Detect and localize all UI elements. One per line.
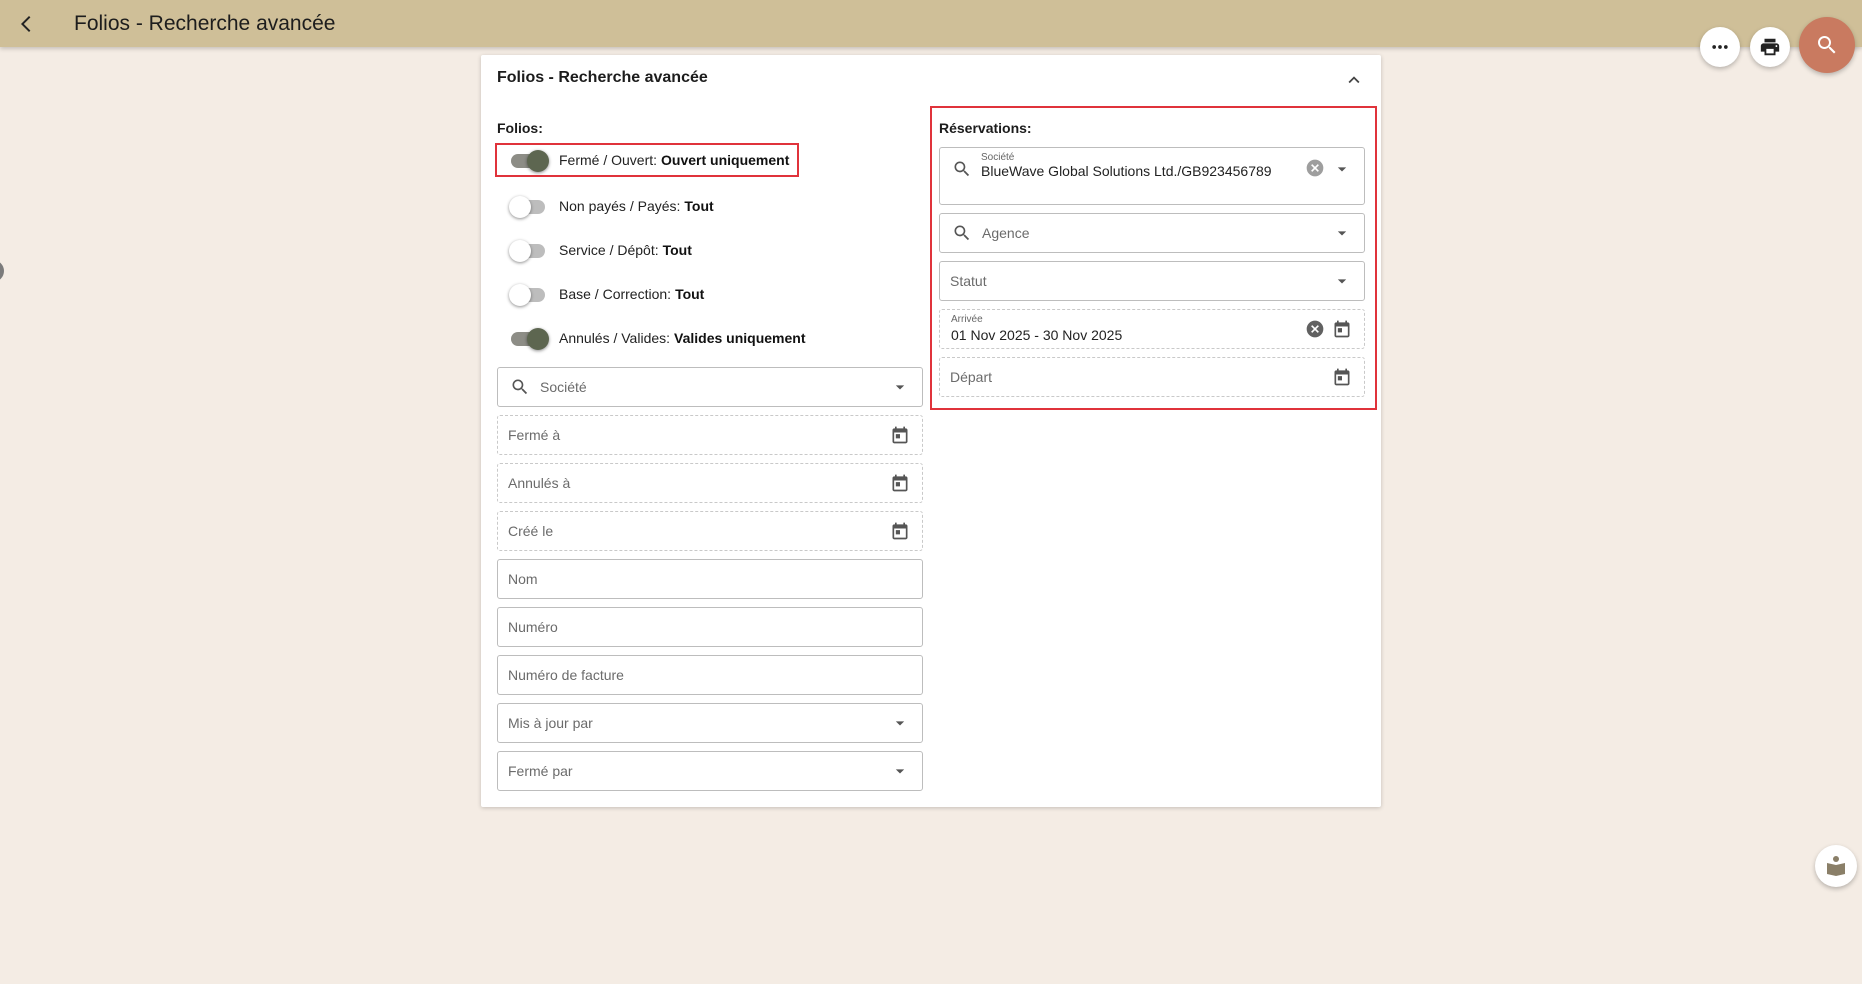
reservation-societe-value: BlueWave Global Solutions Ltd./GB9234567… xyxy=(981,163,1272,179)
collapse-button[interactable] xyxy=(1343,69,1367,91)
depart-placeholder: Départ xyxy=(950,369,993,385)
numero-facture-input[interactable]: Numéro de facture xyxy=(497,655,923,695)
calendar-icon[interactable] xyxy=(888,471,912,495)
statut-placeholder: Statut xyxy=(950,273,987,289)
print-button[interactable] xyxy=(1750,27,1790,67)
toggle-base-correction[interactable]: Base / Correction: Tout xyxy=(497,279,704,309)
toggle-label: Annulés / Valides: xyxy=(559,330,671,346)
agence-select[interactable]: Agence xyxy=(939,213,1365,253)
cree-le-placeholder: Créé le xyxy=(508,523,554,539)
societe-select[interactable]: Société xyxy=(497,367,923,407)
toggle-label: Service / Dépôt: xyxy=(559,242,659,258)
dropdown-arrow-icon[interactable] xyxy=(1330,221,1354,245)
search-icon xyxy=(950,157,974,181)
mis-a-jour-par-select[interactable]: Mis à jour par xyxy=(497,703,923,743)
search-button[interactable] xyxy=(1799,17,1855,73)
toggle-label: Fermé / Ouvert: xyxy=(559,152,658,168)
toggle-switch[interactable] xyxy=(509,240,549,262)
chevron-left-icon xyxy=(21,15,31,32)
calendar-icon[interactable] xyxy=(1330,317,1354,341)
top-app-bar: Folios - Recherche avancée xyxy=(0,0,1862,47)
reservation-societe-label: Société xyxy=(981,152,1015,163)
statut-select[interactable]: Statut xyxy=(939,261,1365,301)
numero-input[interactable]: Numéro xyxy=(497,607,923,647)
clear-icon[interactable] xyxy=(1304,318,1326,340)
more-horizontal-icon xyxy=(1712,45,1728,49)
side-drawer-handle[interactable] xyxy=(0,260,4,282)
clear-icon[interactable] xyxy=(1304,157,1326,179)
back-button[interactable] xyxy=(0,0,54,47)
numero-facture-placeholder: Numéro de facture xyxy=(508,667,624,683)
annules-a-date-field[interactable]: Annulés à xyxy=(497,463,923,503)
dropdown-arrow-icon[interactable] xyxy=(888,711,912,735)
toggle-value: Ouvert uniquement xyxy=(661,152,790,168)
more-options-button[interactable] xyxy=(1700,27,1740,67)
help-book-button[interactable] xyxy=(1815,845,1857,887)
toggle-annules-valides[interactable]: Annulés / Valides: Valides uniquement xyxy=(497,323,806,353)
ferme-a-date-field[interactable]: Fermé à xyxy=(497,415,923,455)
printer-icon xyxy=(1760,38,1780,56)
calendar-icon[interactable] xyxy=(1330,365,1354,389)
depart-date-field[interactable]: Départ xyxy=(939,357,1365,397)
ferme-par-placeholder: Fermé par xyxy=(508,763,573,779)
numero-placeholder: Numéro xyxy=(508,619,558,635)
dropdown-arrow-icon[interactable] xyxy=(1330,269,1354,293)
ferme-par-select[interactable]: Fermé par xyxy=(497,751,923,791)
societe-placeholder: Société xyxy=(540,379,587,395)
annules-a-placeholder: Annulés à xyxy=(508,475,571,491)
agence-placeholder: Agence xyxy=(982,225,1030,241)
page-title: Folios - Recherche avancée xyxy=(74,11,336,35)
toggle-value: Tout xyxy=(684,198,714,214)
toggle-switch[interactable] xyxy=(509,196,549,218)
search-icon xyxy=(1818,36,1836,54)
nom-placeholder: Nom xyxy=(508,571,538,587)
dropdown-arrow-icon[interactable] xyxy=(888,759,912,783)
nom-input[interactable]: Nom xyxy=(497,559,923,599)
arrivee-value: 01 Nov 2025 - 30 Nov 2025 xyxy=(951,327,1123,343)
arrivee-label: Arrivée xyxy=(951,314,983,325)
reservations-section-label: Réservations: xyxy=(939,120,1032,136)
dropdown-arrow-icon[interactable] xyxy=(1330,157,1354,181)
book-reader-icon xyxy=(1827,856,1845,876)
card-title: Folios - Recherche avancée xyxy=(497,69,708,86)
toggle-label: Non payés / Payés: xyxy=(559,198,681,214)
toggle-switch[interactable] xyxy=(509,328,549,350)
cree-le-date-field[interactable]: Créé le xyxy=(497,511,923,551)
calendar-icon[interactable] xyxy=(888,519,912,543)
chevron-up-icon xyxy=(1348,76,1360,84)
calendar-icon[interactable] xyxy=(888,423,912,447)
toggle-switch[interactable] xyxy=(509,284,549,306)
dropdown-arrow-icon[interactable] xyxy=(888,375,912,399)
toggle-value: Tout xyxy=(662,242,692,258)
toggle-label: Base / Correction: xyxy=(559,286,672,302)
search-icon xyxy=(950,221,974,245)
toggle-non-payes-payes[interactable]: Non payés / Payés: Tout xyxy=(497,191,714,221)
toggle-ferme-ouvert[interactable]: Fermé / Ouvert: Ouvert uniquement xyxy=(494,143,800,177)
toggle-value: Valides uniquement xyxy=(674,330,806,346)
toggle-service-depot[interactable]: Service / Dépôt: Tout xyxy=(497,235,692,265)
toggle-value: Tout xyxy=(675,286,705,302)
mis-a-jour-par-placeholder: Mis à jour par xyxy=(508,715,593,731)
folios-section-label: Folios: xyxy=(497,120,543,136)
toggle-switch[interactable] xyxy=(509,150,549,172)
search-icon xyxy=(508,375,532,399)
ferme-a-placeholder: Fermé à xyxy=(508,427,561,443)
